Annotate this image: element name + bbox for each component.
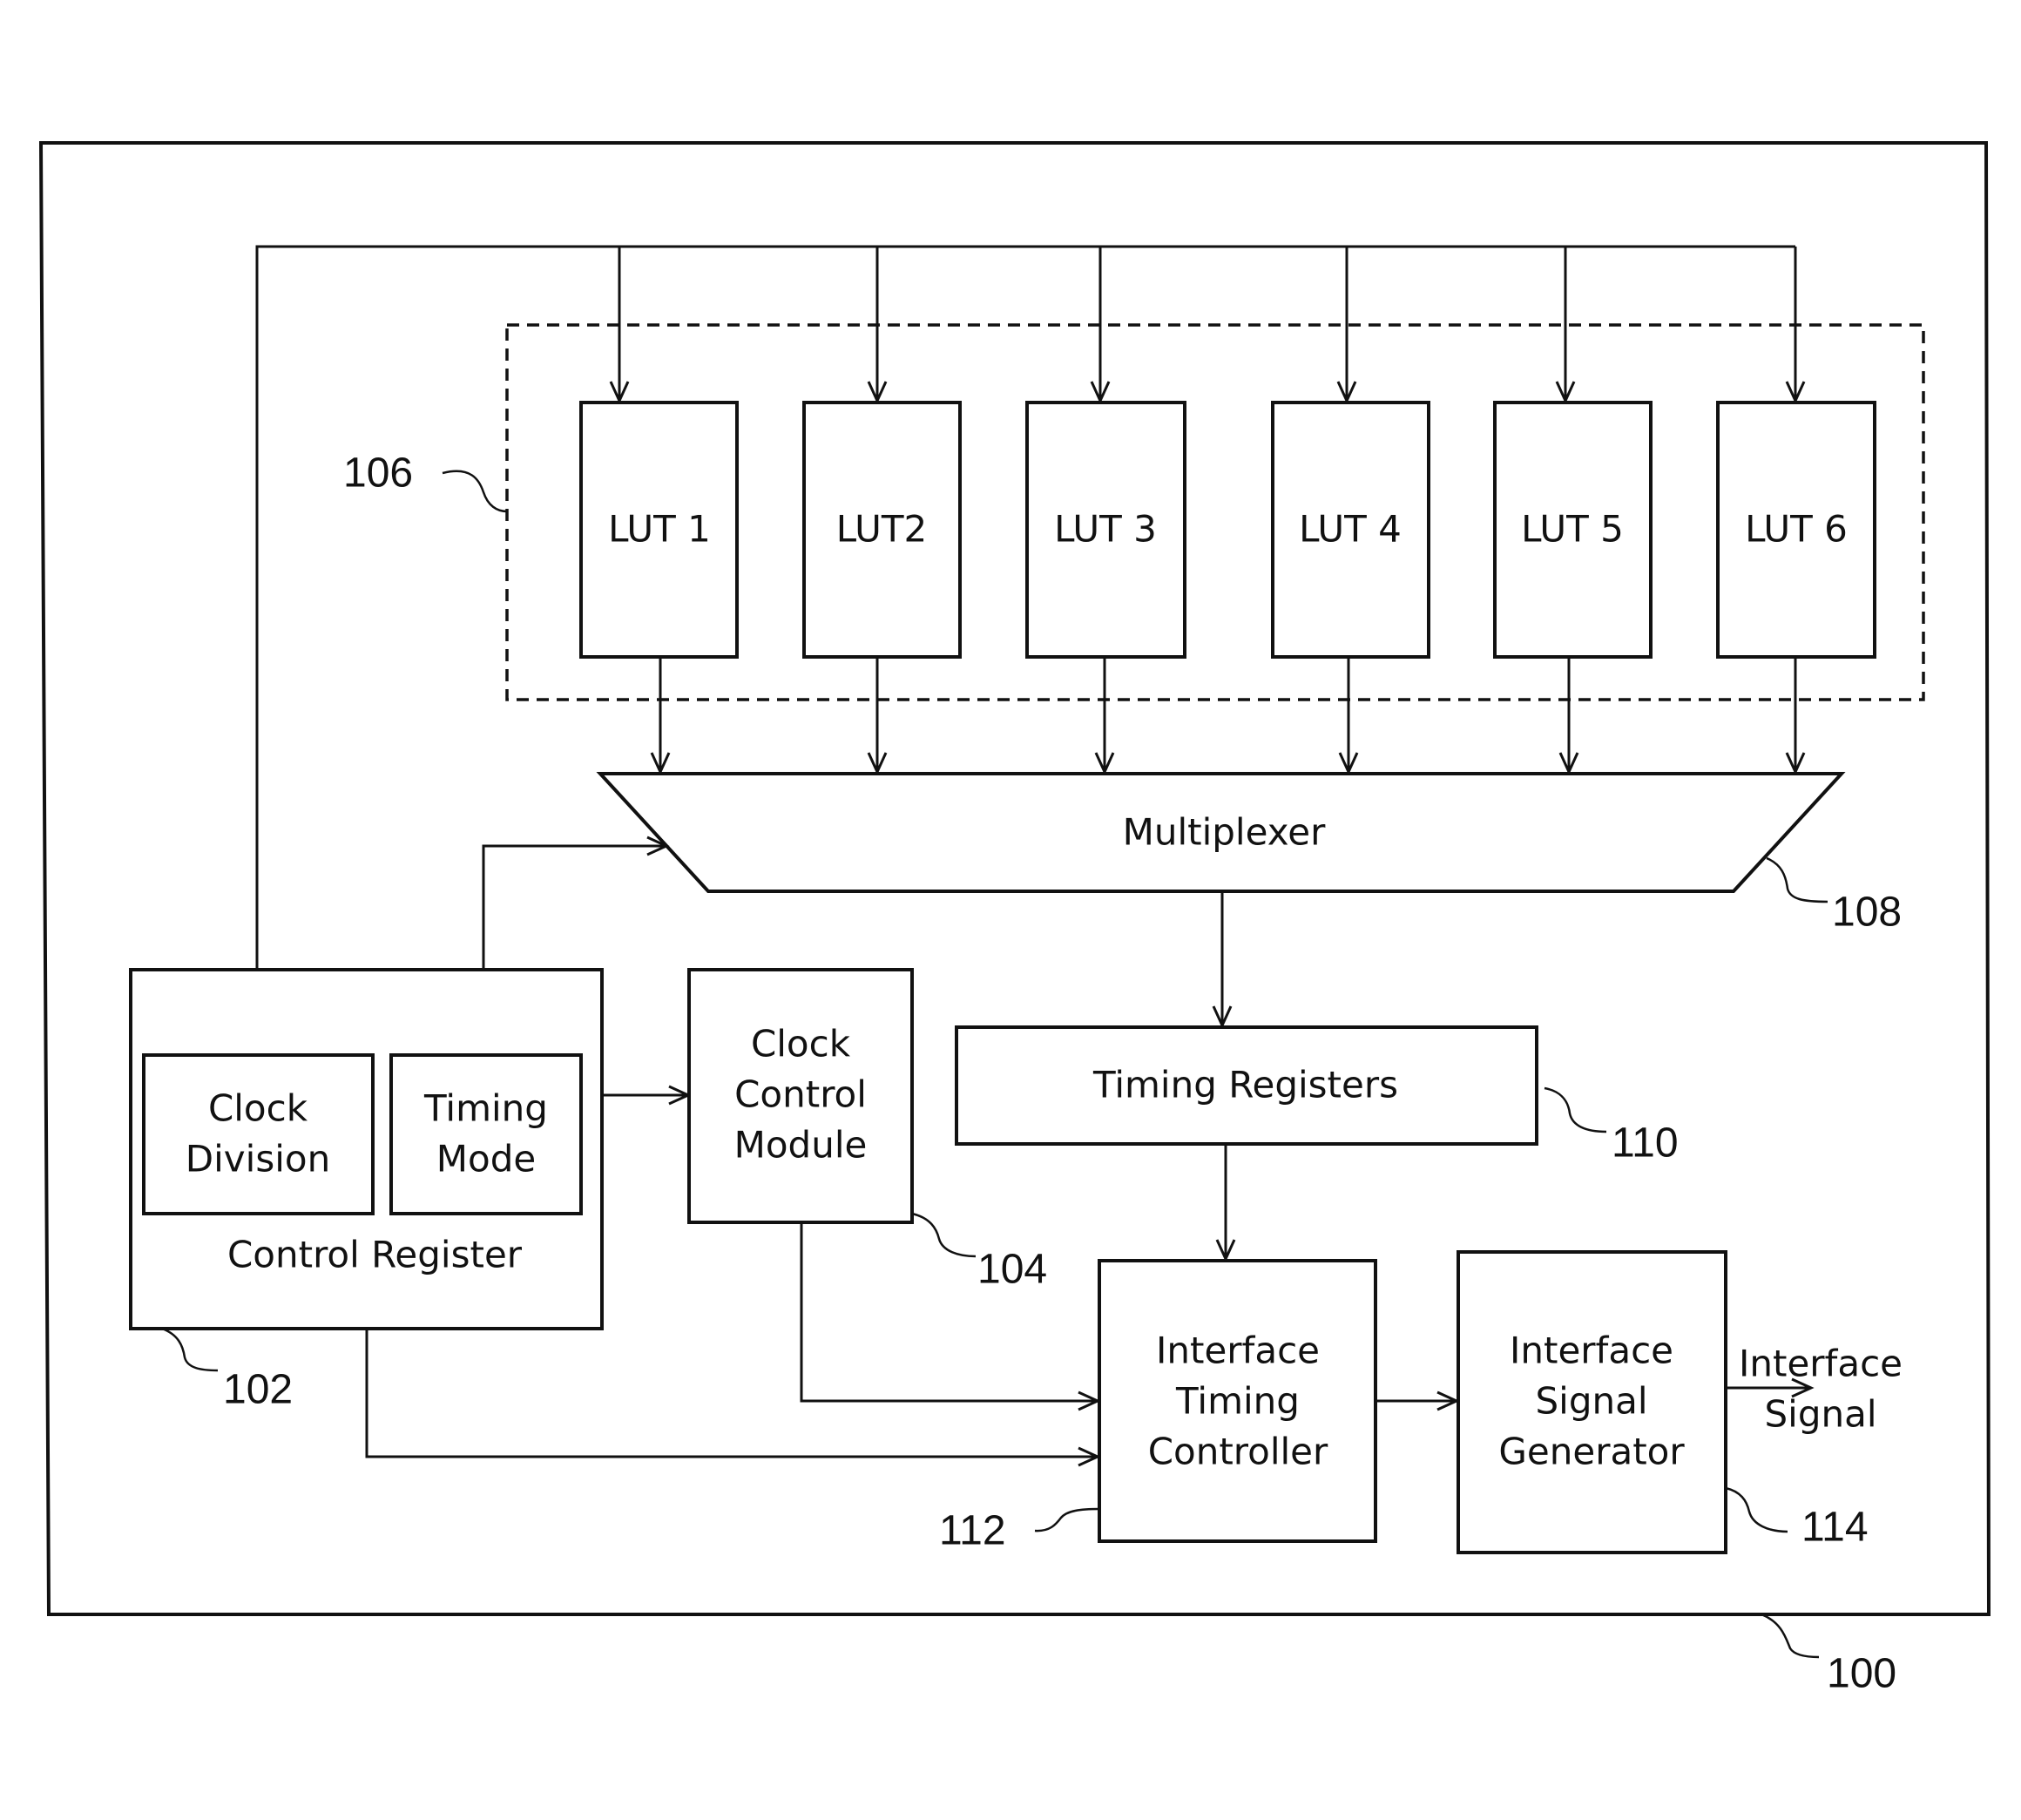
ref-114-label: 114	[1801, 1505, 1869, 1551]
ccm-label-line-2: Control	[734, 1073, 867, 1116]
itc-label-line-3: Controller	[1148, 1431, 1328, 1473]
ref-110-label: 110	[1612, 1120, 1679, 1167]
ref-104-leader	[911, 1212, 977, 1258]
clock-division-label-line-2: Division	[186, 1138, 330, 1181]
lut-1: LUT 1	[579, 401, 739, 659]
clock-division-box	[142, 1053, 375, 1215]
timing-mode-box	[389, 1053, 583, 1215]
ref-112-label: 112	[939, 1508, 1006, 1554]
ref-108-label: 108	[1832, 890, 1902, 936]
ref-110-leader	[1544, 1086, 1607, 1133]
ref-102-label: 102	[223, 1367, 293, 1413]
ccm-label-line-3: Module	[734, 1124, 868, 1167]
lut-2: LUT2	[802, 401, 962, 659]
ref-106-label: 106	[343, 450, 413, 497]
lut-6: LUT 6	[1716, 401, 1876, 659]
multiplexer-label: Multiplexer	[1123, 811, 1326, 854]
timing-registers-label: Timing Registers	[1092, 1064, 1398, 1106]
control-register-label: Control Register	[227, 1234, 523, 1276]
itc-label-line-1: Interface	[1156, 1329, 1320, 1372]
ref-102-leader	[161, 1327, 219, 1372]
lut-5-label: LUT 5	[1521, 508, 1624, 551]
output-signal-label-line-2: Signal	[1764, 1393, 1876, 1436]
ccm-label-line-1: Clock	[751, 1023, 851, 1066]
isg-label-line-2: Signal	[1535, 1380, 1647, 1423]
ref-106-leader	[442, 470, 508, 513]
timing-mode-label-line-2: Mode	[436, 1138, 536, 1181]
clock-division-label-line-1: Clock	[208, 1087, 308, 1130]
block-diagram: 100 106 LUT 1 LUT2 LUT 3 LUT 4 LUT 5 LUT…	[38, 141, 1991, 1697]
lut-5: LUT 5	[1493, 401, 1653, 659]
itc-label-line-2: Timing	[1175, 1380, 1300, 1423]
ref-100-label: 100	[1827, 1651, 1896, 1697]
lut-4: LUT 4	[1271, 401, 1430, 659]
isg-label-line-3: Generator	[1498, 1431, 1685, 1473]
lut-6-label: LUT 6	[1745, 508, 1848, 551]
ref-100-leader	[1761, 1613, 1820, 1659]
output-signal-label-line-1: Interface	[1739, 1343, 1903, 1385]
lut-2-label: LUT2	[836, 508, 927, 551]
lut-4-label: LUT 4	[1299, 508, 1402, 551]
isg-label-line-1: Interface	[1510, 1329, 1673, 1372]
lut-3-label: LUT 3	[1054, 508, 1157, 551]
ref-112-leader	[1034, 1507, 1100, 1532]
ccm-to-itc-arrow	[800, 1222, 1101, 1411]
ref-114-leader	[1725, 1486, 1788, 1533]
lut-3: LUT 3	[1025, 401, 1186, 659]
ref-104-label: 104	[977, 1247, 1047, 1293]
lut-1-label: LUT 1	[608, 508, 711, 551]
control-register-to-itc-arrow	[365, 1329, 1101, 1467]
ref-108-leader	[1766, 856, 1828, 903]
timing-mode-label-line-1: Timing	[423, 1087, 548, 1130]
